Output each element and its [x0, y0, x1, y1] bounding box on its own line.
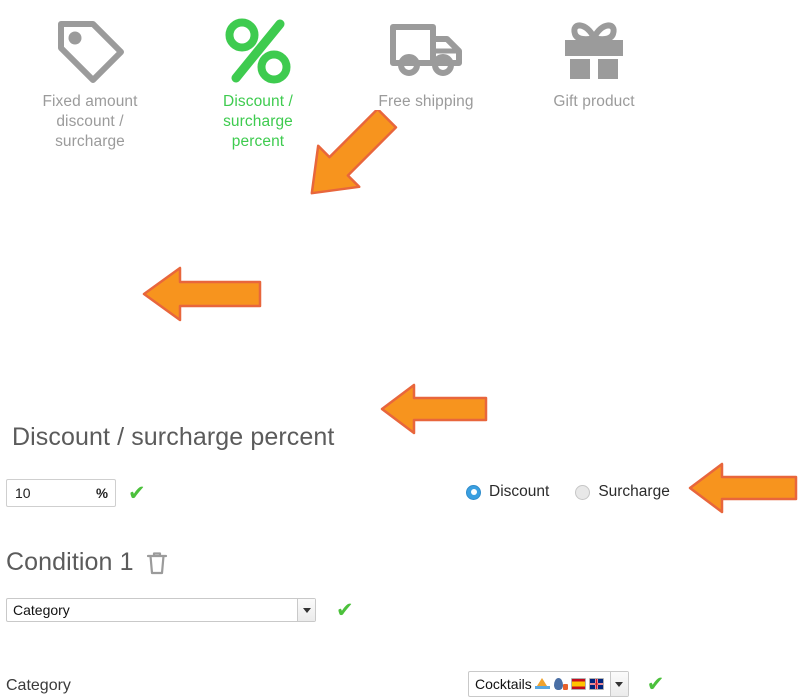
promo-type-label-line3: percent [231, 133, 285, 150]
flag-gb-glyph [588, 678, 604, 690]
condition-title: Condition 1 [6, 548, 134, 576]
category-value-select-value: Cocktails [469, 676, 610, 692]
radio-label-surcharge: Surcharge [598, 483, 670, 500]
category-value-valid-checkmark: ✔ [646, 671, 665, 696]
percent-icon [178, 10, 338, 92]
amount-input[interactable] [15, 485, 92, 501]
discount-surcharge-radio-group: Discount Surcharge [466, 483, 670, 501]
promotion-type-selector: Fixed amount discount / surcharge Discou… [0, 0, 800, 200]
category-field-label: Category [6, 677, 71, 694]
condition-type-row: Category ✔ [6, 598, 354, 622]
condition-type-valid-checkmark: ✔ [336, 597, 354, 622]
promo-type-percent[interactable]: Discount / surcharge percent [178, 10, 338, 152]
promo-type-label-line2: surcharge [223, 113, 293, 130]
speaking-head-glyph [552, 678, 568, 690]
flag-es-glyph [570, 678, 586, 690]
promo-type-label: Gift product [553, 93, 635, 110]
sailboat-glyph [534, 678, 550, 690]
radio-option-surcharge[interactable]: Surcharge [575, 483, 670, 501]
radio-dot-surcharge[interactable] [575, 484, 591, 500]
trash-icon[interactable] [145, 550, 169, 576]
condition-type-select-value: Category [13, 602, 70, 618]
promo-type-label: Free shipping [378, 93, 474, 110]
page-title: Discount / surcharge percent [12, 423, 335, 451]
chevron-down-icon[interactable] [609, 672, 628, 696]
amount-input-wrapper[interactable]: % [6, 479, 116, 507]
category-value-text: Cocktails [475, 676, 532, 692]
promo-type-free-shipping[interactable]: Free shipping [346, 10, 506, 112]
amount-valid-checkmark: ✔ [128, 480, 146, 505]
promo-type-fixed-amount[interactable]: Fixed amount discount / surcharge [10, 10, 170, 152]
promo-type-label-line1: Fixed amount [42, 93, 138, 110]
radio-label-discount: Discount [489, 483, 550, 500]
promo-type-label-line1: Discount / [223, 93, 293, 110]
condition-type-select[interactable]: Category [6, 598, 316, 622]
amount-row: % ✔ [6, 479, 146, 507]
gift-icon [514, 10, 674, 92]
truck-icon [346, 10, 506, 92]
arrow-to-amount-field [142, 266, 262, 322]
category-value-row: Cocktails ✔ [468, 671, 664, 697]
arrow-to-category-value [688, 462, 798, 514]
promo-type-label-line2: discount / [56, 113, 124, 130]
radio-option-discount[interactable]: Discount [466, 483, 549, 501]
promo-type-gift-product[interactable]: Gift product [514, 10, 674, 112]
radio-dot-discount[interactable] [466, 484, 481, 500]
promo-type-label: Discount / surcharge percent [178, 92, 338, 152]
price-tag-icon [10, 10, 170, 92]
category-value-select[interactable]: Cocktails [468, 671, 629, 697]
promo-type-label-line3: surcharge [55, 133, 125, 150]
arrow-to-condition-type [380, 383, 488, 435]
chevron-down-icon[interactable] [297, 599, 315, 621]
condition-header: Condition 1 [6, 548, 169, 577]
promo-type-label: Fixed amount discount / surcharge [10, 92, 170, 152]
percent-unit-label: % [95, 485, 108, 501]
